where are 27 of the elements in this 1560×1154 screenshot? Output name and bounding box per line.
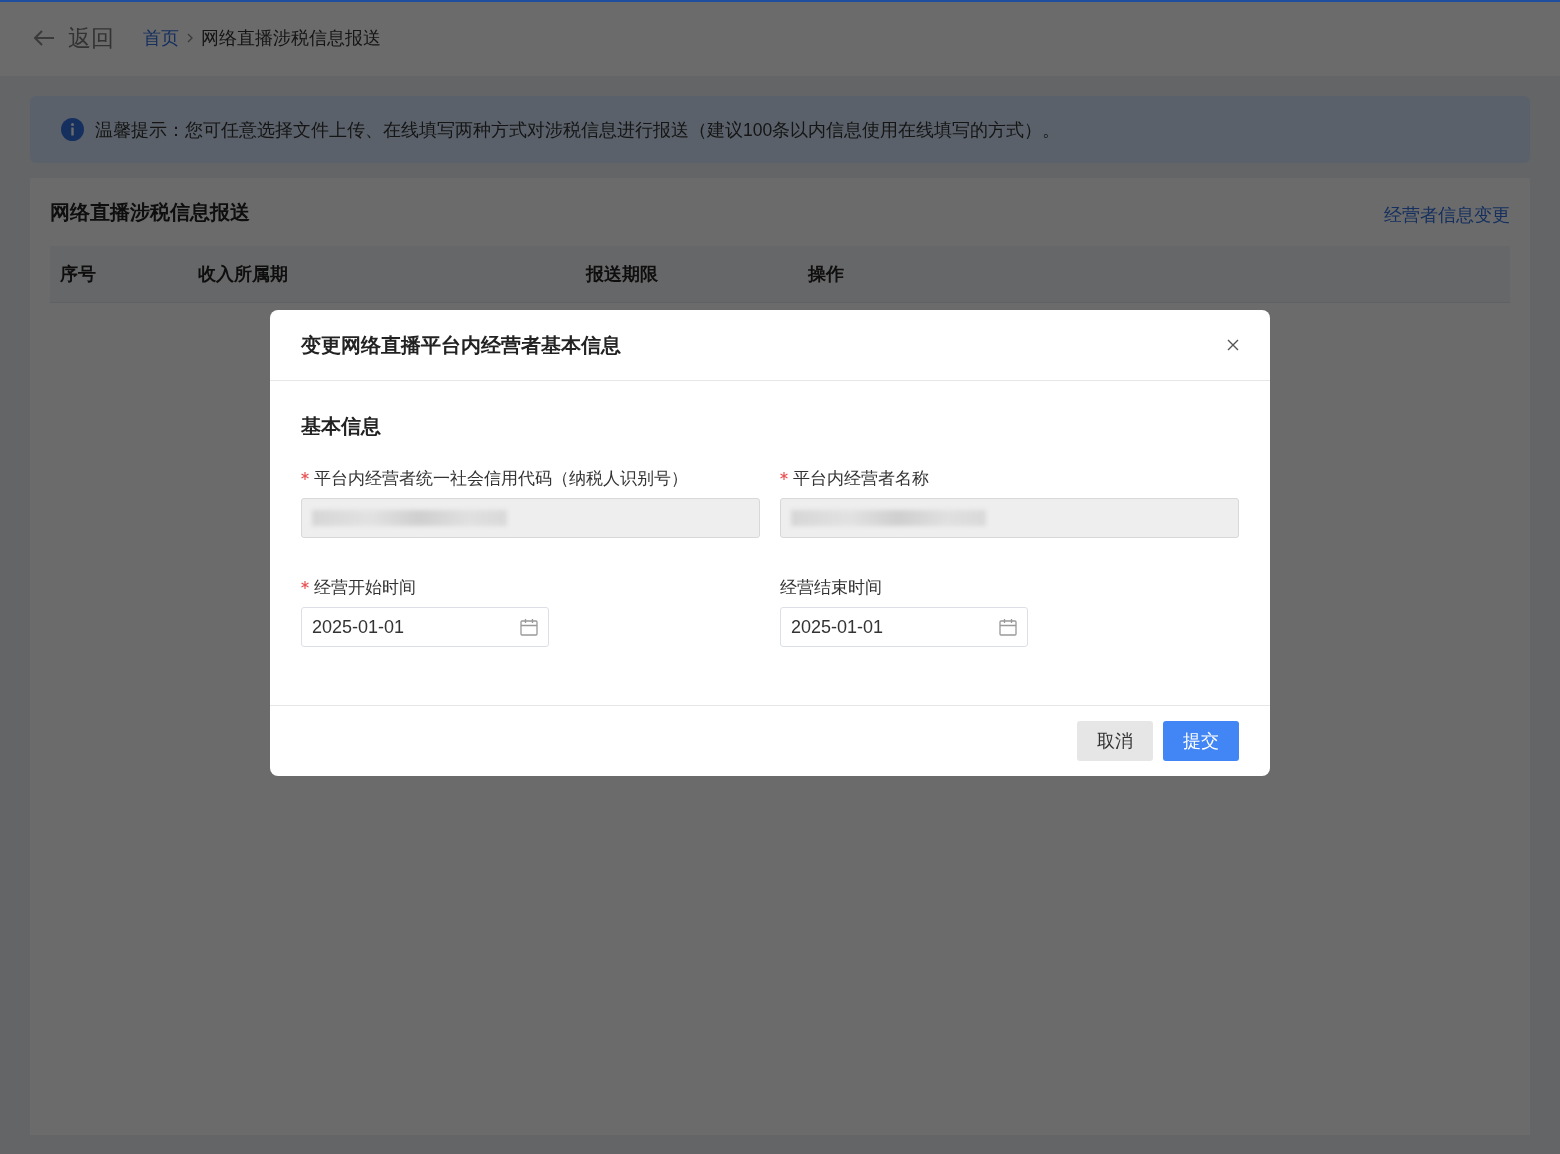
- info-icon: [61, 118, 84, 141]
- submit-button[interactable]: 提交: [1163, 721, 1239, 761]
- date-field[interactable]: 2025-01-01: [301, 607, 549, 647]
- cancel-button[interactable]: 取消: [1077, 721, 1153, 761]
- section-title: 基本信息: [301, 414, 381, 438]
- column-header: 操作: [808, 263, 844, 286]
- close-button[interactable]: [1227, 339, 1239, 351]
- column-header: 报送期限: [586, 263, 658, 286]
- back-button[interactable]: 返回: [33, 22, 114, 54]
- field-label: 平台内经营者统一社会信用代码（纳税人识别号）: [314, 467, 688, 490]
- card-title: 网络直播涉税信息报送: [50, 199, 250, 225]
- field-label: 经营结束时间: [780, 576, 882, 599]
- date-field[interactable]: 2025-01-01: [780, 607, 1028, 647]
- column-header: 序号: [60, 263, 96, 286]
- calendar-icon: [520, 618, 538, 636]
- breadcrumb-link[interactable]: 首页: [143, 26, 179, 50]
- column-header: 收入所属期: [198, 263, 288, 286]
- field-label: 经营开始时间: [314, 576, 416, 599]
- notice-text: 温馨提示：您可任意选择文件上传、在线填写两种方式对涉税信息进行报送（建议100条以内信息使用在线填写的方式）。: [95, 118, 1061, 142]
- breadcrumb-current: 网络直播涉税信息报送: [201, 27, 381, 50]
- field-label: 平台内经营者名称: [793, 467, 929, 490]
- dialog-title: 变更网络直播平台内经营者基本信息: [301, 332, 621, 358]
- operator-info-link[interactable]: 经营者信息变更: [1384, 203, 1510, 227]
- chevron-right-icon: [187, 33, 193, 43]
- arrow-left-icon: [33, 29, 55, 47]
- calendar-icon: [999, 618, 1017, 636]
- close-icon: [1227, 339, 1239, 351]
